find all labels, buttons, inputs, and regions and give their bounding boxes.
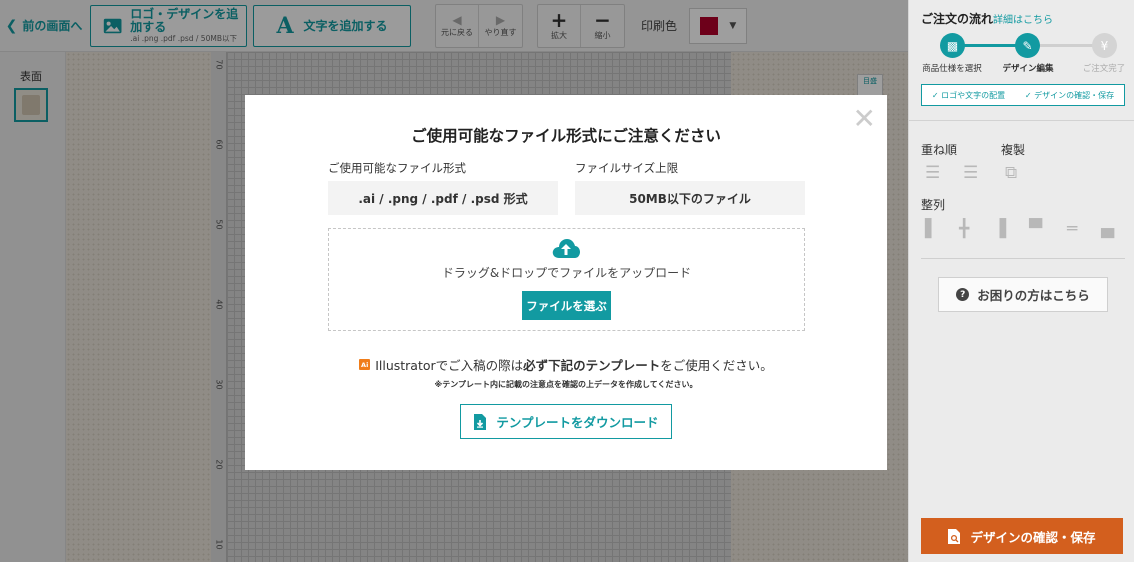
step-label-spec: 商品仕様を選択 (922, 64, 982, 74)
copy-label: 複製 (1001, 143, 1026, 157)
choose-file-button[interactable]: ファイルを選ぶ (522, 291, 611, 320)
help-button[interactable]: ? お困りの方はこちら (938, 277, 1108, 312)
order-flow-title: ご注文の流れ (921, 12, 994, 26)
design-substeps: ✓ ロゴや文字の配置 ✓ デザインの確認・保存 (921, 84, 1125, 106)
size-value: 50MB以下のファイル (575, 181, 805, 215)
ai-note-text-2: をご使用ください。 (660, 358, 773, 373)
divider (921, 258, 1125, 259)
confirm-save-label: デザインの確認・保存 (970, 529, 1096, 545)
align-bottom-icon[interactable]: ▄ (1101, 219, 1114, 239)
stack-order-label: 重ね順 (921, 143, 958, 157)
divider (909, 120, 1134, 121)
bring-forward-icon[interactable]: ☰ (925, 163, 940, 183)
duplicate-icon[interactable]: ⧉ (1005, 163, 1017, 183)
formats-value: .ai / .png / .pdf / .psd 形式 (328, 181, 558, 215)
document-search-icon (948, 528, 961, 544)
file-download-icon (474, 413, 487, 430)
step-label-complete: ご注文完了 (1082, 64, 1126, 74)
drop-zone-text: ドラッグ&ドロップでファイルをアップロード (441, 266, 692, 280)
download-template-label: テンプレートをダウンロード (496, 415, 659, 430)
align-left-icon[interactable]: ▌ (925, 219, 938, 239)
download-template-button[interactable]: テンプレートをダウンロード (460, 404, 672, 439)
step-label-design: デザイン編集 (1002, 64, 1054, 74)
size-label: ファイルサイズ上限 (575, 161, 679, 175)
help-label: お困りの方はこちら (977, 288, 1090, 303)
right-panel: ご注文の流れ 詳細はこちら ▩ ✎ ¥ 商品仕様を選択 デザイン編集 ご注文完了… (908, 0, 1134, 562)
yen-icon: ¥ (1092, 33, 1117, 58)
gift-icon: ▩ (940, 33, 965, 58)
ai-note-text-1: Illustratorでご入稿の際は (375, 358, 524, 373)
modal-title: ご使用可能なファイル形式にご注意ください (411, 127, 721, 145)
align-middle-icon[interactable]: ═ (1067, 219, 1077, 239)
pencil-icon: ✎ (1015, 33, 1040, 58)
file-drop-zone[interactable]: ドラッグ&ドロップでファイルをアップロード ファイルを選ぶ (328, 228, 805, 331)
question-icon: ? (956, 288, 970, 301)
ai-note-bold: 必ず下記のテンプレート (523, 358, 661, 373)
illustrator-icon: Ai (359, 359, 371, 370)
substep-place: ✓ ロゴや文字の配置 (931, 90, 1006, 100)
send-backward-icon[interactable]: ☰ (963, 163, 978, 183)
align-label: 整列 (921, 198, 946, 212)
confirm-save-button[interactable]: デザインの確認・保存 (921, 518, 1123, 554)
illustrator-note: Ai Illustratorでご入稿の際は必ず下記のテンプレートをご使用ください… (245, 355, 887, 374)
file-format-modal: ✕ ご使用可能なファイル形式にご注意ください ご使用可能なファイル形式 ファイル… (245, 95, 887, 470)
align-right-icon[interactable]: ▐ (993, 219, 1006, 239)
substep-confirm: ✓ デザインの確認・保存 (1024, 90, 1115, 100)
cloud-upload-icon (552, 239, 580, 258)
align-top-icon[interactable]: ▀ (1029, 219, 1042, 239)
flow-details-link[interactable]: 詳細はこちら (993, 11, 1053, 26)
formats-label: ご使用可能なファイル形式 (328, 161, 466, 175)
align-center-icon[interactable]: ╋ (959, 219, 969, 239)
template-caution-note: ※テンプレート内に記載の注意点を確認の上データを作成してください。 (434, 380, 698, 389)
